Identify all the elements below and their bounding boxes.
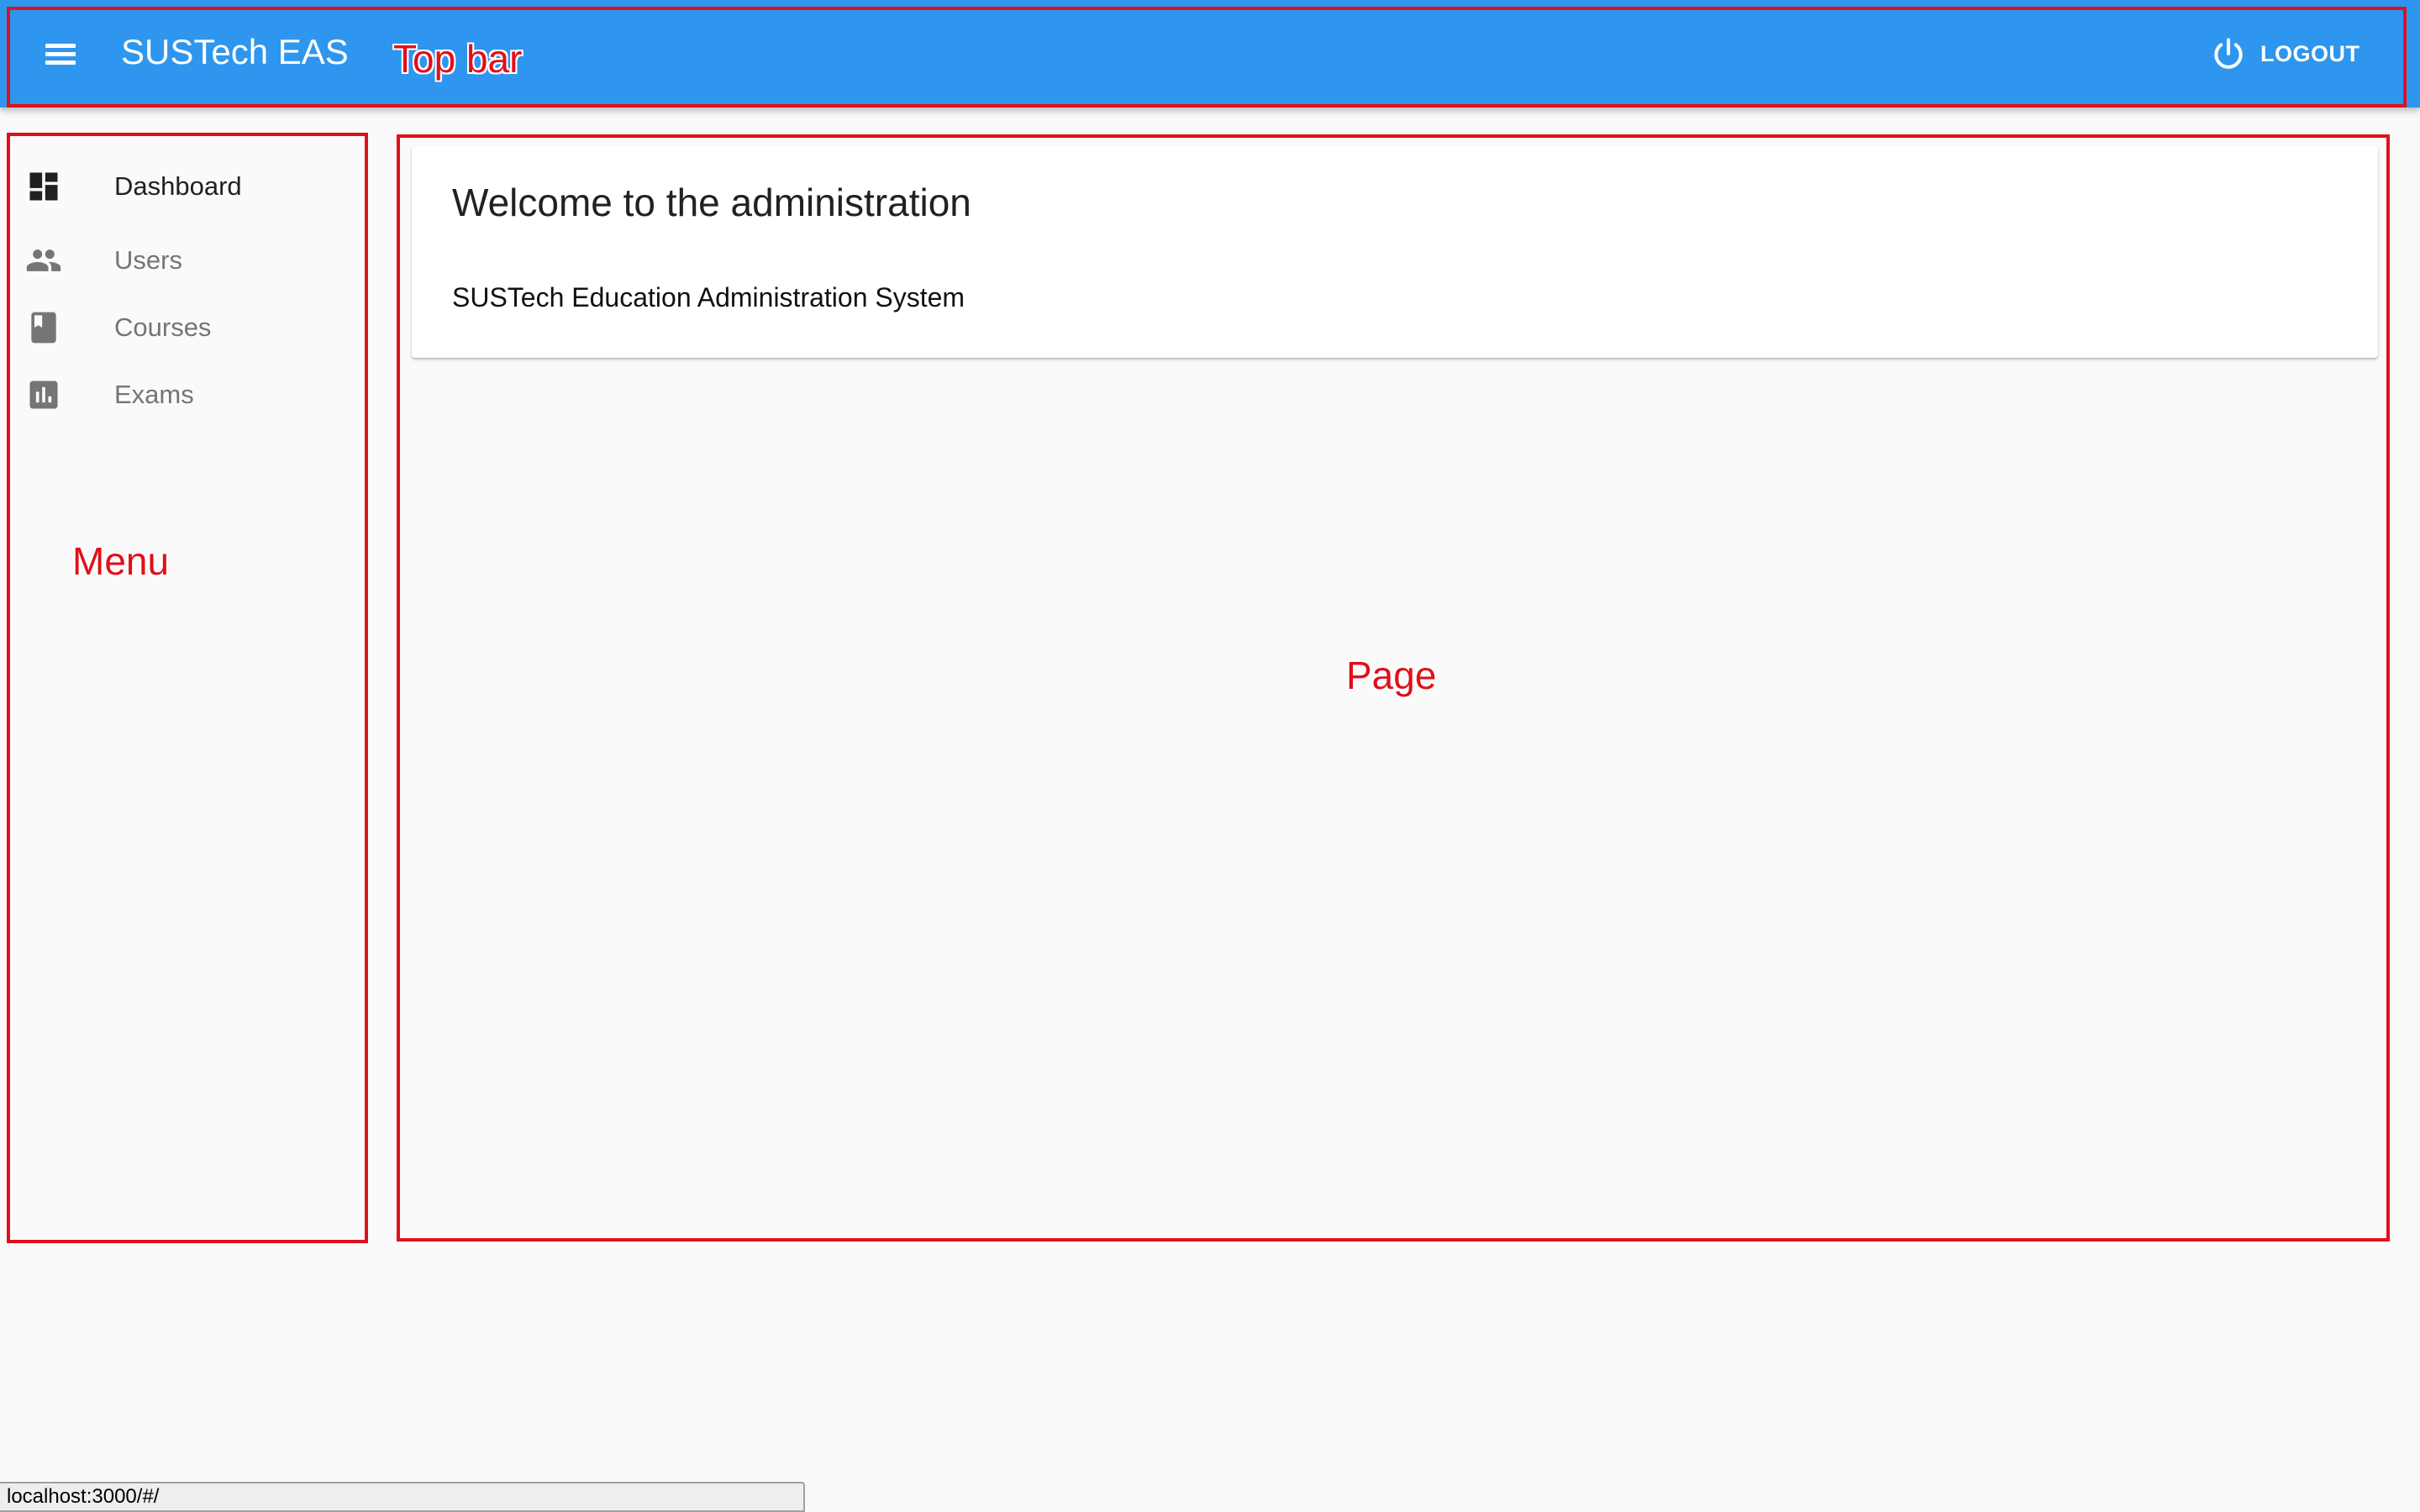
app-title: SUSTech EAS xyxy=(121,32,349,71)
top-bar-annotation: Top bar xyxy=(393,37,523,81)
power-icon xyxy=(2214,38,2243,69)
sidebar-menu: Dashboard Users Courses Exams xyxy=(8,134,366,1243)
sidebar-item-label: Exams xyxy=(114,380,194,409)
sidebar-item-users[interactable]: Users xyxy=(25,230,361,291)
people-icon xyxy=(25,242,62,279)
menu-icon[interactable] xyxy=(40,34,81,74)
book-icon xyxy=(25,309,62,346)
logout-button[interactable]: LOGOUT xyxy=(2210,29,2360,79)
sidebar-item-courses[interactable]: Courses xyxy=(25,297,361,358)
sidebar-item-dashboard[interactable]: Dashboard xyxy=(25,156,361,217)
bar-chart-icon xyxy=(25,376,62,413)
welcome-card: Welcome to the administration SUSTech Ed… xyxy=(412,146,2378,358)
sidebar-item-label: Dashboard xyxy=(114,171,242,201)
card-body-text: SUSTech Education Administration System xyxy=(452,282,965,312)
sidebar-item-label: Users xyxy=(114,245,182,275)
page-annotation: Page xyxy=(1346,654,1437,697)
logout-label: LOGOUT xyxy=(2260,40,2360,66)
dashboard-icon xyxy=(25,168,62,205)
sidebar-item-exams[interactable]: Exams xyxy=(25,365,361,425)
top-app-bar: SUSTech EAS LOGOUT xyxy=(0,0,2420,108)
sidebar-item-label: Courses xyxy=(114,312,212,342)
browser-status-bar: localhost:3000/#/ xyxy=(0,1482,805,1512)
card-title: Welcome to the administration xyxy=(452,181,971,224)
